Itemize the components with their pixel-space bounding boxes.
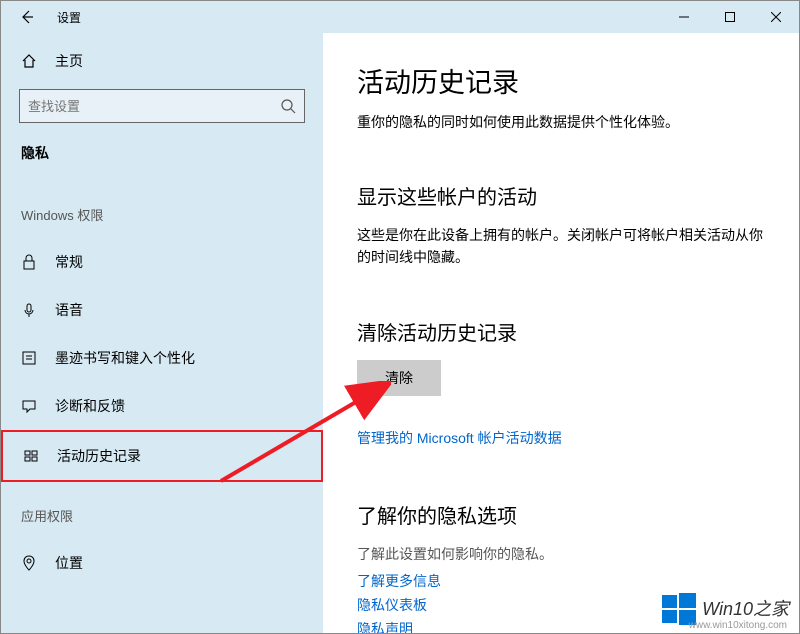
sidebar-item-label: 位置 — [55, 553, 83, 573]
sidebar-item-label: 诊断和反馈 — [55, 396, 125, 416]
learn-more-link[interactable]: 了解更多信息 — [357, 571, 765, 591]
close-button[interactable] — [753, 1, 799, 33]
sidebar-item-label: 语音 — [55, 300, 83, 320]
manage-ms-account-link[interactable]: 管理我的 Microsoft 帐户活动数据 — [357, 428, 765, 448]
activity-icon — [23, 448, 39, 464]
minimize-button[interactable] — [661, 1, 707, 33]
category-label: 隐私 — [1, 143, 323, 181]
app-title: 设置 — [57, 9, 81, 26]
sidebar-item-speech[interactable]: 语音 — [1, 286, 323, 334]
watermark-url: www.win10xitong.com — [689, 620, 787, 631]
page-title: 活动历史记录 — [357, 61, 765, 100]
sidebar-item-general[interactable]: 常规 — [1, 238, 323, 286]
section-title-privacy-options: 了解你的隐私选项 — [357, 500, 765, 529]
sidebar: 主页 隐私 Windows 权限 常规 语音 墨迹书写和键入个性化 诊断和反馈 — [1, 33, 323, 633]
sidebar-item-diagnostics[interactable]: 诊断和反馈 — [1, 382, 323, 430]
minimize-icon — [679, 12, 689, 22]
maximize-icon — [725, 12, 735, 22]
lock-icon — [21, 254, 37, 270]
sidebar-item-inking[interactable]: 墨迹书写和键入个性化 — [1, 334, 323, 382]
sidebar-item-label: 墨迹书写和键入个性化 — [55, 348, 195, 368]
section-app-permissions: 应用权限 — [1, 482, 323, 539]
section-windows-permissions: Windows 权限 — [1, 181, 323, 238]
window-controls — [661, 1, 799, 33]
sidebar-item-label: 活动历史记录 — [57, 446, 141, 466]
content: 主页 隐私 Windows 权限 常规 语音 墨迹书写和键入个性化 诊断和反馈 — [1, 33, 799, 633]
section-title-clear: 清除活动历史记录 — [357, 317, 765, 346]
search-input[interactable] — [28, 99, 280, 114]
section-desc-privacy: 了解此设置如何影响你的隐私。 — [357, 543, 765, 565]
main-panel: 活动历史记录 重你的隐私的同时如何使用此数据提供个性化体验。 显示这些帐户的活动… — [323, 33, 799, 633]
titlebar: 设置 — [1, 1, 799, 33]
close-icon — [771, 12, 781, 22]
maximize-button[interactable] — [707, 1, 753, 33]
sidebar-item-activity-history[interactable]: 活动历史记录 — [1, 430, 323, 482]
speech-icon — [21, 302, 37, 318]
home-icon — [21, 53, 37, 69]
back-arrow-icon — [19, 9, 35, 25]
sidebar-item-location[interactable]: 位置 — [1, 539, 323, 587]
feedback-icon — [21, 398, 37, 414]
home-label: 主页 — [55, 51, 83, 71]
search-icon — [280, 98, 296, 114]
sidebar-home[interactable]: 主页 — [1, 51, 323, 89]
section-desc-accounts: 这些是你在此设备上拥有的帐户。关闭帐户可将帐户相关活动从你的时间线中隐藏。 — [357, 224, 765, 269]
inking-icon — [21, 350, 37, 366]
titlebar-left: 设置 — [1, 7, 81, 27]
watermark-brand: Win10之家 — [702, 595, 789, 621]
sidebar-item-label: 常规 — [55, 252, 83, 272]
clear-button[interactable]: 清除 — [357, 360, 441, 396]
search-box[interactable] — [19, 89, 305, 123]
section-title-accounts: 显示这些帐户的活动 — [357, 181, 765, 210]
location-icon — [21, 555, 37, 571]
back-button[interactable] — [17, 7, 37, 27]
truncated-text: 重你的隐私的同时如何使用此数据提供个性化体验。 — [357, 112, 765, 133]
